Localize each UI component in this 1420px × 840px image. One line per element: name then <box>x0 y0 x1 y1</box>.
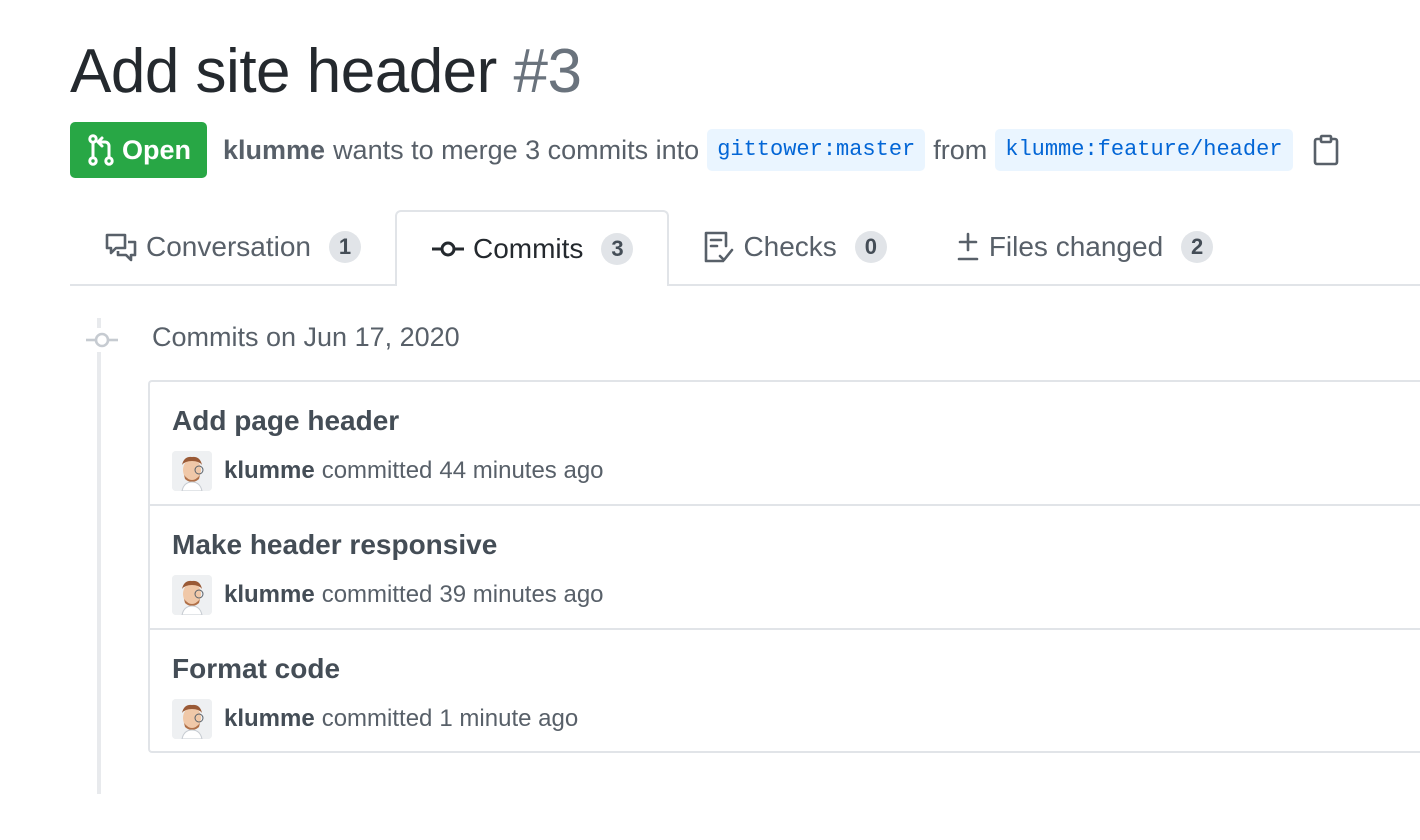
commit-meta: klumme committed 1 minute ago <box>172 699 1420 739</box>
git-pull-request-icon <box>88 134 114 166</box>
pr-title: Add site header #3 <box>70 34 582 110</box>
clipboard-icon[interactable] <box>1313 134 1339 166</box>
pr-title-text: Add site header <box>70 37 497 106</box>
comment-discussion-icon <box>104 232 138 262</box>
pr-number: #3 <box>513 37 582 106</box>
tab-counter: 0 <box>854 231 887 263</box>
status-badge: Open <box>70 122 208 178</box>
commit-message-link[interactable]: Make header responsive <box>172 529 497 560</box>
commit-verb: committed <box>321 457 433 484</box>
git-commit-icon <box>431 239 465 259</box>
status-label: Open <box>122 134 192 165</box>
commit-group-date: Commits on Jun 17, 2020 <box>152 322 460 352</box>
diff-icon <box>955 231 981 263</box>
tab-counter: 1 <box>328 231 361 263</box>
tab-conversation[interactable]: Conversation 1 <box>70 210 395 284</box>
pull-request-page: Add site header #3 Open klumme wants to … <box>0 0 1420 840</box>
avatar[interactable] <box>172 451 212 491</box>
commit-message-link[interactable]: Add page header <box>172 405 399 436</box>
commit-meta: klumme committed 44 minutes ago <box>172 451 1420 491</box>
head-branch[interactable]: klumme:feature/header <box>995 129 1293 171</box>
commit-time: 39 minutes ago <box>439 581 604 608</box>
commit-author-link[interactable]: klumme <box>224 705 315 733</box>
pr-meta: Open klumme wants to merge 3 commits int… <box>70 122 1339 178</box>
merge-summary: klumme wants to merge 3 commits into git… <box>223 129 1300 171</box>
tab-commits[interactable]: Commits 3 <box>394 210 670 286</box>
commit-row: Make header responsive klumme committed … <box>150 506 1420 630</box>
checklist-icon <box>703 230 735 264</box>
commit-time: 1 minute ago <box>439 705 579 732</box>
pr-tabs: Conversation 1 Commits 3 Checks 0 Files … <box>70 210 1420 286</box>
commit-meta: klumme committed 39 minutes ago <box>172 575 1420 615</box>
commit-verb: committed <box>321 581 433 608</box>
pr-author-link[interactable]: klumme <box>223 135 325 166</box>
base-branch[interactable]: gittower:master <box>707 129 926 171</box>
commit-list: Add page header klumme committed 44 minu… <box>148 380 1420 753</box>
merge-text: wants to merge 3 commits into <box>333 134 700 165</box>
tab-checks[interactable]: Checks 0 <box>669 210 920 284</box>
commit-verb: committed <box>321 705 433 732</box>
commit-message-link[interactable]: Format code <box>172 653 340 684</box>
from-text: from <box>933 134 988 165</box>
commit-author-link[interactable]: klumme <box>224 457 315 485</box>
timeline-line <box>97 318 101 794</box>
tab-label: Checks <box>743 231 837 262</box>
commit-row: Format code klumme committed 1 minute ag… <box>150 630 1420 751</box>
commit-row: Add page header klumme committed 44 minu… <box>150 382 1420 506</box>
avatar[interactable] <box>172 699 212 739</box>
avatar[interactable] <box>172 575 212 615</box>
tab-label: Files changed <box>988 231 1164 262</box>
tab-label: Commits <box>472 233 584 264</box>
tab-counter: 2 <box>1181 231 1214 263</box>
commit-time: 44 minutes ago <box>439 457 604 484</box>
tab-label: Conversation <box>146 231 311 262</box>
commit-author-link[interactable]: klumme <box>224 581 315 609</box>
tab-files-changed[interactable]: Files changed 2 <box>921 210 1247 284</box>
tab-counter: 3 <box>601 233 634 265</box>
git-commit-icon <box>85 328 119 352</box>
